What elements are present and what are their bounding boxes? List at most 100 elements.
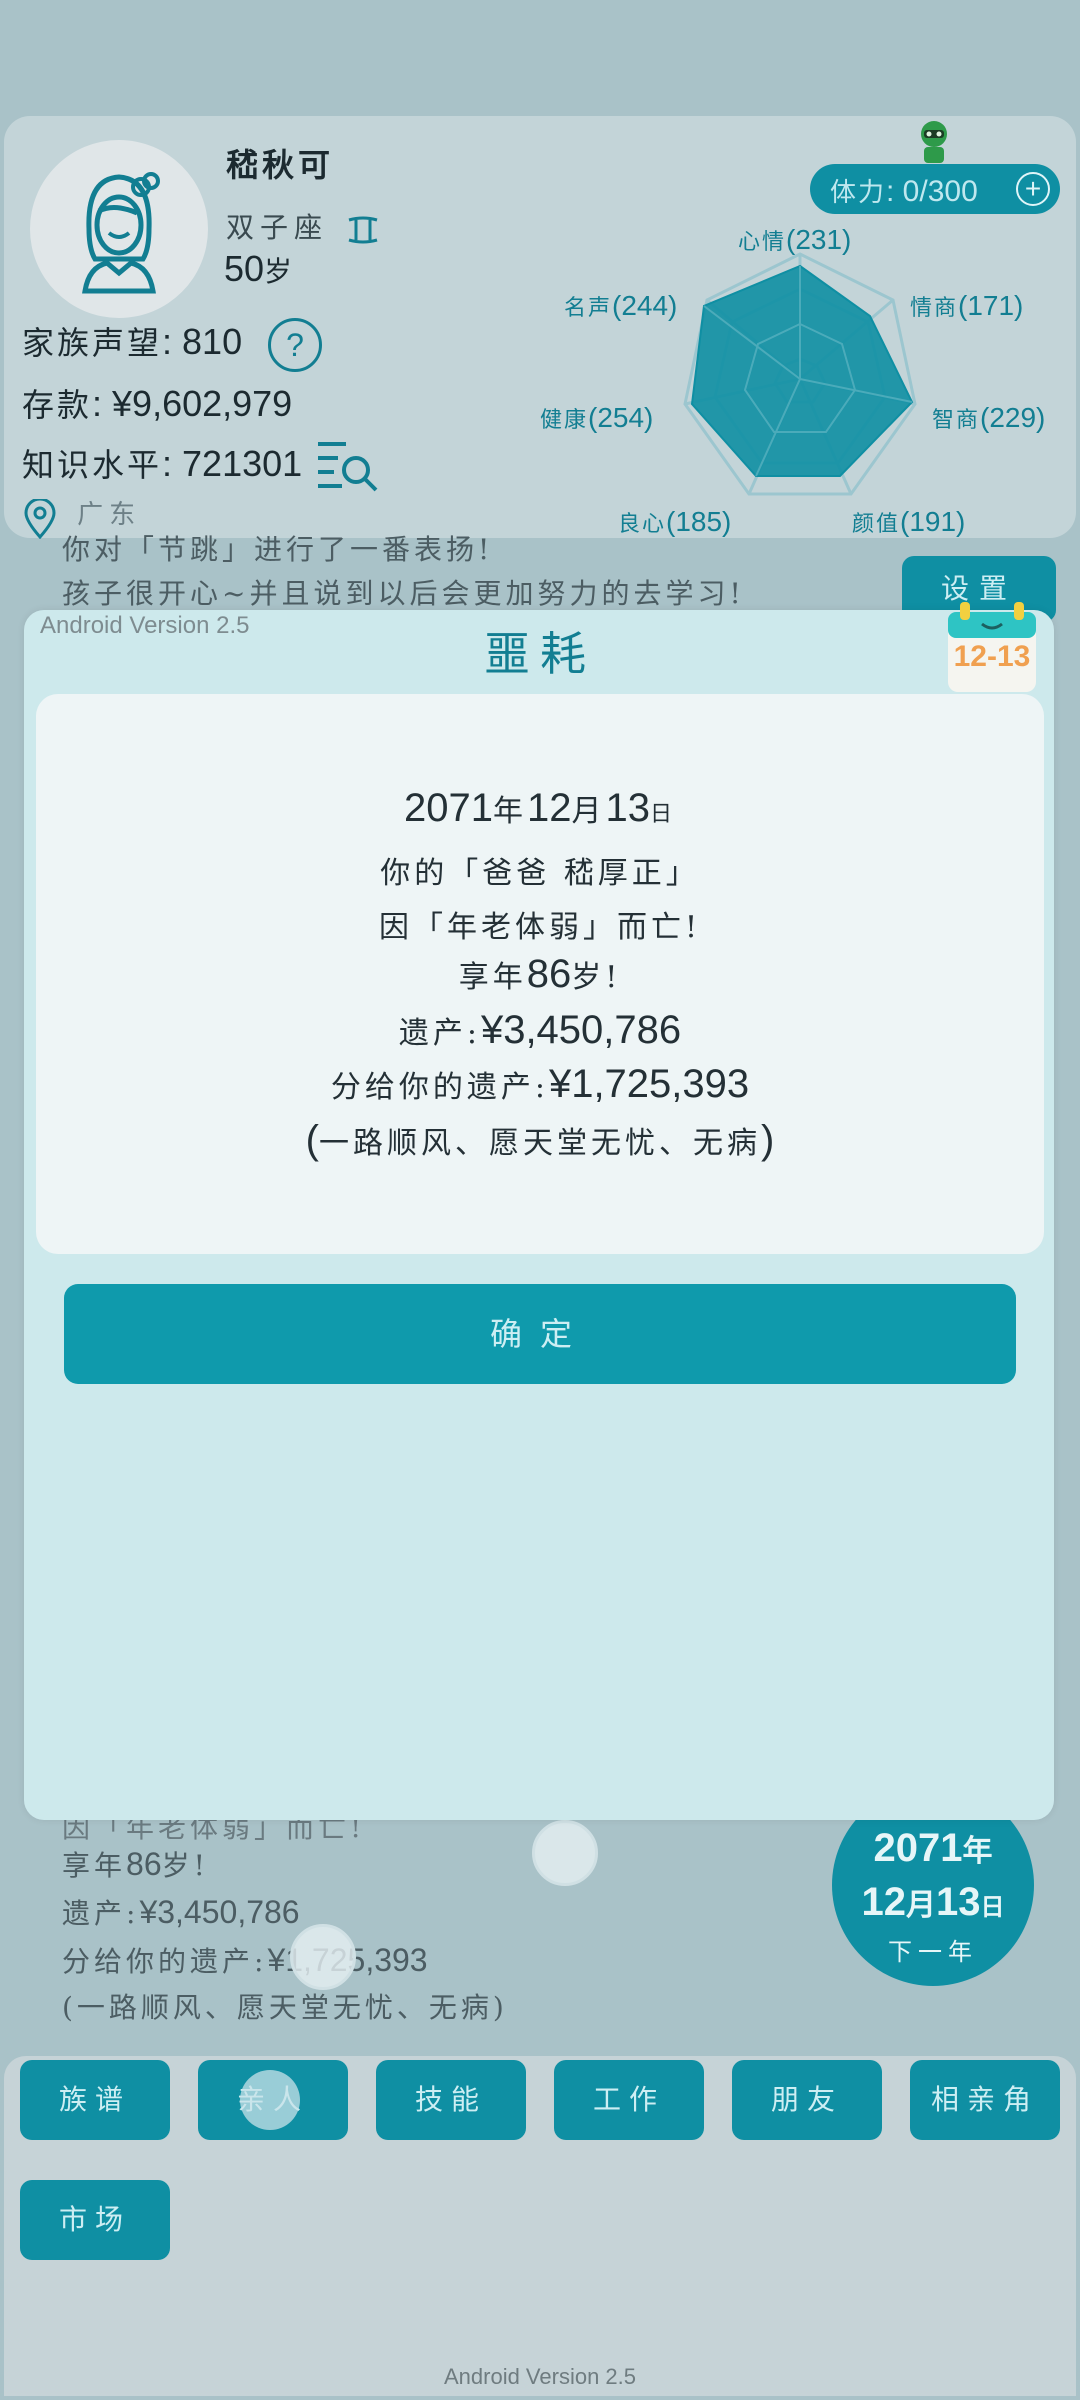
calendar-date: 12-13	[953, 640, 1031, 673]
notice-blessing: (一路顺风、愿天堂无忧、无病)	[0, 1118, 1080, 1163]
nav-work-button[interactable]: 工作	[554, 2060, 704, 2140]
nav-skills-button[interactable]: 技能	[376, 2060, 526, 2140]
attribute-radar-chart	[683, 252, 917, 496]
avatar-girl-icon	[82, 172, 160, 294]
character-name: 嵇秋可	[226, 146, 335, 184]
log-age-value: 86	[126, 1846, 162, 1882]
radar-looks-label: 颜值	[852, 512, 901, 537]
touch-indicator	[240, 2070, 300, 2130]
log-age-suffix: 岁!	[161, 1849, 209, 1882]
notice-age-value: 86	[526, 952, 572, 996]
radar-iq-label: 智商	[932, 408, 981, 433]
search-list-icon[interactable]	[316, 438, 380, 492]
radar-looks-value: (191)	[900, 506, 966, 537]
stamina-pill[interactable]: 体力: 0/300 +	[810, 164, 1060, 214]
notice-month-unit: 月	[571, 794, 606, 829]
log-line-share: 分给你的遗产:¥1,725,393	[62, 1940, 428, 1980]
notice-age-prefix: 享年	[458, 960, 527, 995]
zodiac-row: 双子座	[226, 206, 383, 246]
knowledge-label: 知识水平	[22, 446, 163, 484]
radar-looks: 颜值(191)	[852, 506, 965, 538]
family-reputation: 家族声望: 810	[22, 318, 242, 364]
help-icon[interactable]: ?	[268, 318, 322, 372]
notice-date: 2071年12月13日	[0, 786, 1080, 831]
log-estate-value: ¥3,450,786	[139, 1894, 300, 1930]
log-line: 孩子很开心~并且说到以后会更加努力的去学习!	[62, 577, 745, 610]
radar-mood: 心情(231)	[738, 224, 851, 256]
notice-estate-label: 遗产:	[398, 1016, 481, 1051]
zodiac-label: 双子座	[226, 211, 329, 244]
radar-fame-value: (244)	[612, 290, 678, 321]
notice-estate-value: ¥3,450,786	[480, 1008, 682, 1052]
month-value: 12	[861, 1880, 907, 1924]
log-line: (一路顺风、愿天堂无忧、无病)	[62, 1991, 508, 2024]
notice-blessing-text: 一路顺风、愿天堂无忧、无病	[319, 1126, 761, 1161]
avatar[interactable]	[30, 140, 208, 318]
footer-version-label: Android Version 2.5	[443, 2364, 637, 2389]
notice-estate: 遗产:¥3,450,786	[0, 1008, 1080, 1053]
notice-cause: 因「年老体弱」而亡!	[378, 910, 702, 945]
radar-conscience-label: 良心	[618, 512, 667, 537]
radar-health: 健康(254)	[540, 402, 653, 434]
stamina-text: 体力: 0/300	[830, 172, 978, 209]
savings-label: 存款	[22, 386, 93, 424]
savings-value: : ¥9,602,979	[92, 383, 293, 424]
notice-share-value: ¥1,725,393	[548, 1062, 750, 1106]
knowledge-value: : 721301	[162, 443, 303, 484]
month-unit: 月	[906, 1888, 936, 1923]
year-display: 2071年	[832, 1826, 1034, 1871]
radar-iq: 智商(229)	[932, 402, 1045, 434]
notice-age: 享年86岁!	[0, 952, 1080, 997]
year-value: 2071	[873, 1826, 963, 1870]
nav-market-button[interactable]: 市场	[20, 2180, 170, 2260]
touch-indicator	[290, 1924, 356, 1990]
log-estate-label: 遗产:	[62, 1897, 140, 1930]
gemini-icon	[348, 216, 378, 243]
location-pin-icon	[24, 497, 56, 539]
notice-blessing-close: )	[761, 1118, 775, 1162]
touch-indicator	[532, 1820, 598, 1886]
radar-fame: 名声(244)	[564, 290, 677, 322]
age-unit: 岁	[264, 255, 293, 288]
modal-title: 噩耗	[484, 627, 596, 681]
log-age-prefix: 享年	[62, 1849, 127, 1882]
location-label: 广东	[77, 500, 142, 530]
mascot-icon	[921, 121, 947, 163]
radar-mood-value: (231)	[786, 224, 852, 255]
radar-fame-label: 名声	[564, 296, 613, 321]
notice-relation: 你的「爸爸 嵇厚正」	[380, 856, 700, 891]
log-line-estate: 遗产:¥3,450,786	[62, 1892, 300, 1932]
add-stamina-icon[interactable]: +	[1016, 172, 1050, 206]
notice-share-label: 分给你的遗产:	[330, 1070, 549, 1105]
radar-eq-value: (171)	[958, 290, 1024, 321]
year-unit: 年	[962, 1834, 993, 1869]
nav-family-tree-button[interactable]: 族谱	[20, 2060, 170, 2140]
calendar-badge[interactable]: 12-13	[946, 596, 1038, 696]
notice-month: 12	[526, 786, 572, 830]
radar-conscience: 良心(185)	[618, 506, 731, 538]
age-value: 50	[224, 248, 265, 289]
radar-health-label: 健康	[540, 408, 589, 433]
radar-iq-value: (229)	[980, 402, 1046, 433]
log-share-label: 分给你的遗产:	[62, 1945, 268, 1978]
stamina-value: : 0/300	[886, 175, 978, 208]
stamina-label: 体力	[830, 178, 887, 208]
notice-year-unit: 年	[492, 794, 527, 829]
nav-friends-button[interactable]: 朋友	[732, 2060, 882, 2140]
log-line: 你对「节跳」进行了一番表扬!	[62, 533, 494, 566]
radar-conscience-value: (185)	[666, 506, 732, 537]
notice-age-suffix: 岁!	[571, 960, 622, 995]
nav-matchmaking-button[interactable]: 相亲角	[910, 2060, 1060, 2140]
notice-day: 13	[605, 786, 650, 830]
next-year-label: 下一年	[888, 1938, 978, 1966]
day-value: 13	[936, 1880, 981, 1924]
radar-eq: 情商(171)	[910, 290, 1023, 322]
notice-day-unit: 日	[649, 802, 676, 827]
confirm-button[interactable]: 确定	[64, 1284, 1016, 1384]
notice-blessing-open: (	[305, 1118, 319, 1162]
radar-mood-label: 心情	[738, 230, 787, 255]
age: 50岁	[224, 248, 292, 290]
day-unit: 日	[980, 1892, 1005, 1921]
reputation-label: 家族声望	[22, 324, 163, 362]
knowledge-level: 知识水平: 721301	[22, 440, 302, 486]
